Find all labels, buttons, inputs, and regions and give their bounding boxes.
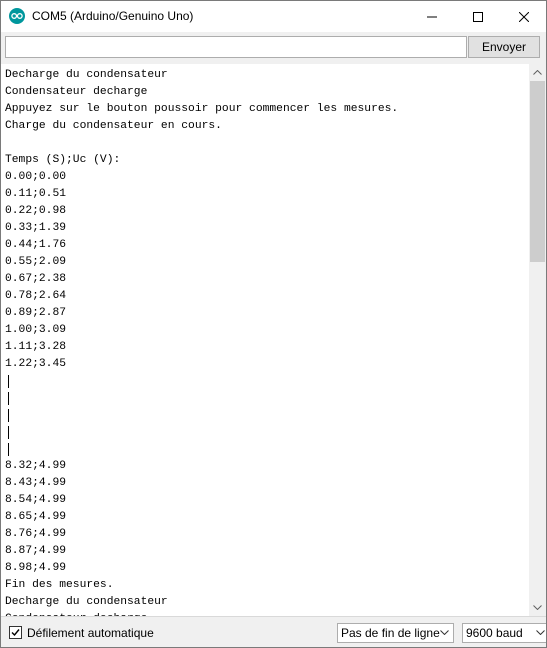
scroll-down-button[interactable] (529, 599, 546, 616)
serial-output-line: Charge du condensateur en cours. (5, 120, 222, 132)
autoscroll-label[interactable]: Défilement automatique (27, 626, 154, 640)
baud-rate-value: 9600 baud (466, 626, 523, 640)
status-footer: Défilement automatique Pas de fin de lig… (1, 616, 546, 647)
send-toolbar: Envoyer (1, 32, 546, 64)
serial-output-line: Decharge du condensateur (5, 69, 168, 81)
arduino-logo-icon (9, 8, 25, 24)
vertical-scrollbar[interactable] (529, 64, 546, 616)
serial-output-line: 0.55;2.09 (5, 256, 67, 268)
serial-output-line: 0.11;0.51 (5, 188, 67, 200)
serial-output-line: 8.54;4.99 (5, 494, 67, 506)
serial-output-line: | (5, 373, 12, 390)
serial-output-line: 8.76;4.99 (5, 528, 67, 540)
serial-output-line: | (5, 390, 12, 407)
serial-output-line: 0.33;1.39 (5, 222, 67, 234)
serial-output-line: 0.44;1.76 (5, 239, 67, 251)
serial-send-input[interactable] (5, 36, 467, 58)
serial-output-line: 1.11;3.28 (5, 341, 67, 353)
autoscroll-checkbox[interactable] (9, 626, 22, 639)
minimize-icon (427, 16, 437, 17)
maximize-button[interactable] (455, 1, 501, 32)
serial-output-line: | (5, 424, 12, 441)
send-button[interactable]: Envoyer (468, 36, 540, 58)
serial-output-line: 0.89;2.87 (5, 307, 67, 319)
close-button[interactable] (501, 1, 546, 32)
serial-output-area[interactable]: Decharge du condensateur Condensateur dec… (1, 64, 529, 616)
serial-output-line: Condensateur decharge (5, 86, 148, 98)
scroll-up-arrow-icon (533, 70, 542, 75)
window-title: COM5 (Arduino/Genuino Uno) (32, 9, 194, 23)
serial-output-line: Decharge du condensateur (5, 596, 168, 608)
serial-output-line: 0.67;2.38 (5, 273, 67, 285)
chevron-down-icon (536, 630, 545, 635)
title-bar[interactable]: COM5 (Arduino/Genuino Uno) (1, 1, 546, 32)
serial-output-line: Temps (S);Uc (V): (5, 154, 121, 166)
serial-output-line: | (5, 441, 12, 458)
checkmark-icon (11, 629, 20, 637)
serial-output-line: | (5, 407, 12, 424)
maximize-icon (473, 11, 483, 22)
serial-monitor-window: COM5 (Arduino/Genuino Uno) Envoyer Decha… (0, 0, 547, 648)
close-icon (519, 11, 529, 22)
line-ending-value: Pas de fin de ligne (341, 626, 440, 640)
serial-output-line: 0.00;0.00 (5, 171, 67, 183)
scroll-up-button[interactable] (529, 64, 546, 81)
serial-output-line: Appuyez sur le bouton poussoir pour comm… (5, 103, 399, 115)
serial-output-line: 8.87;4.99 (5, 545, 67, 557)
baud-rate-select[interactable]: 9600 baud (462, 623, 546, 643)
serial-output-line: 1.00;3.09 (5, 324, 67, 336)
scroll-thumb[interactable] (530, 81, 545, 262)
serial-output-line: 0.78;2.64 (5, 290, 67, 302)
serial-output-line: Fin des mesures. (5, 579, 114, 591)
serial-output-line: 0.22;0.98 (5, 205, 67, 217)
scroll-down-arrow-icon (533, 605, 542, 610)
serial-output-line: 8.43;4.99 (5, 477, 67, 489)
serial-output-line: 8.98;4.99 (5, 562, 67, 574)
serial-output-line: 1.22;3.45 (5, 358, 67, 370)
serial-output-line: 8.32;4.99 (5, 460, 67, 472)
minimize-button[interactable] (409, 1, 455, 32)
serial-output-line: 8.65;4.99 (5, 511, 67, 523)
chevron-down-icon (440, 630, 449, 635)
line-ending-select[interactable]: Pas de fin de ligne (337, 623, 454, 643)
